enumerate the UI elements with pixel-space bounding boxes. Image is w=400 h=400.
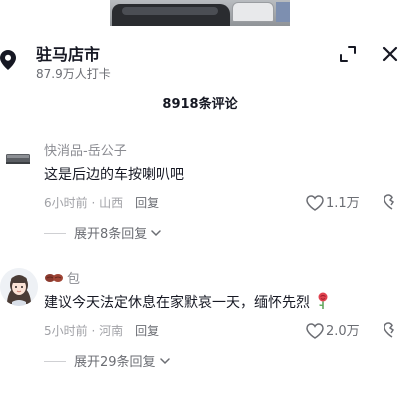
comment-time: 5小时前 [44, 324, 88, 338]
rose-icon [318, 292, 328, 309]
comment-username[interactable]: 包 [44, 268, 80, 287]
girl-avatar-icon [0, 268, 38, 306]
expand-icon[interactable] [338, 44, 358, 64]
username-text: 包 [67, 272, 81, 287]
location-checkin-count: 87.9万人打卡 [36, 67, 111, 81]
chevron-down-icon [159, 358, 170, 365]
reply-button[interactable]: 回复 [135, 196, 159, 210]
like-count: 1.1万 [326, 196, 360, 211]
next-comment-peek [0, 394, 400, 400]
comment-body: 建议今天法定休息在家默哀一天，缅怀先烈 [44, 295, 310, 311]
reply-button[interactable]: 回复 [135, 324, 159, 338]
black-car [112, 4, 230, 26]
comment-region: 山西 [99, 196, 124, 210]
close-icon[interactable] [380, 44, 400, 64]
like-count: 2.0万 [326, 324, 360, 339]
comment-meta: 6小时前 · 山西 回复 [44, 196, 160, 210]
comment-meta: 5小时前 · 河南 回复 [44, 324, 160, 338]
white-car [232, 2, 274, 22]
like-button[interactable]: 1.1万 [306, 192, 360, 211]
expand-replies-button[interactable]: 展开8条回复 [44, 223, 162, 242]
divider-line [44, 233, 66, 234]
video-thumbnail[interactable] [110, 0, 290, 26]
blue-car [276, 2, 290, 22]
expand-replies-button[interactable]: 展开29条回复 [44, 351, 170, 370]
map-pin-icon [0, 50, 16, 70]
video-preview[interactable] [0, 0, 400, 26]
comment-item[interactable]: 包 建议今天法定休息在家默哀一天，缅怀先烈 5小时前 · 河南 回复 2.0万 展… [0, 266, 400, 376]
comment-time: 6小时前 [44, 196, 88, 210]
bean-emoji-icon [45, 274, 63, 282]
comment-item[interactable]: 快消品-岳公子 这是后边的车按喇叭吧 6小时前 · 山西 回复 1.1万 展开8条… [0, 138, 400, 244]
sofa-avatar-icon [0, 140, 38, 178]
comment-text[interactable]: 这是后边的车按喇叭吧 [44, 164, 184, 184]
dislike-icon[interactable] [384, 192, 400, 210]
expand-replies-label: 展开29条回复 [74, 355, 156, 370]
location-title[interactable]: 驻马店市 [36, 41, 100, 65]
comment-count: 8918条评论 [162, 97, 238, 112]
location-header[interactable]: 驻马店市 87.9万人打卡 [0, 32, 400, 84]
heart-icon [306, 323, 324, 339]
avatar[interactable] [0, 140, 38, 178]
dislike-icon[interactable] [384, 320, 400, 338]
like-button[interactable]: 2.0万 [306, 320, 360, 339]
expand-replies-label: 展开8条回复 [74, 227, 148, 242]
chevron-down-icon [151, 230, 162, 237]
comment-region: 河南 [99, 324, 124, 338]
heart-icon [306, 195, 324, 211]
comment-text[interactable]: 建议今天法定休息在家默哀一天，缅怀先烈 [44, 292, 330, 312]
comment-username[interactable]: 快消品-岳公子 [44, 140, 127, 159]
avatar[interactable] [0, 268, 38, 306]
divider-line [44, 361, 66, 362]
